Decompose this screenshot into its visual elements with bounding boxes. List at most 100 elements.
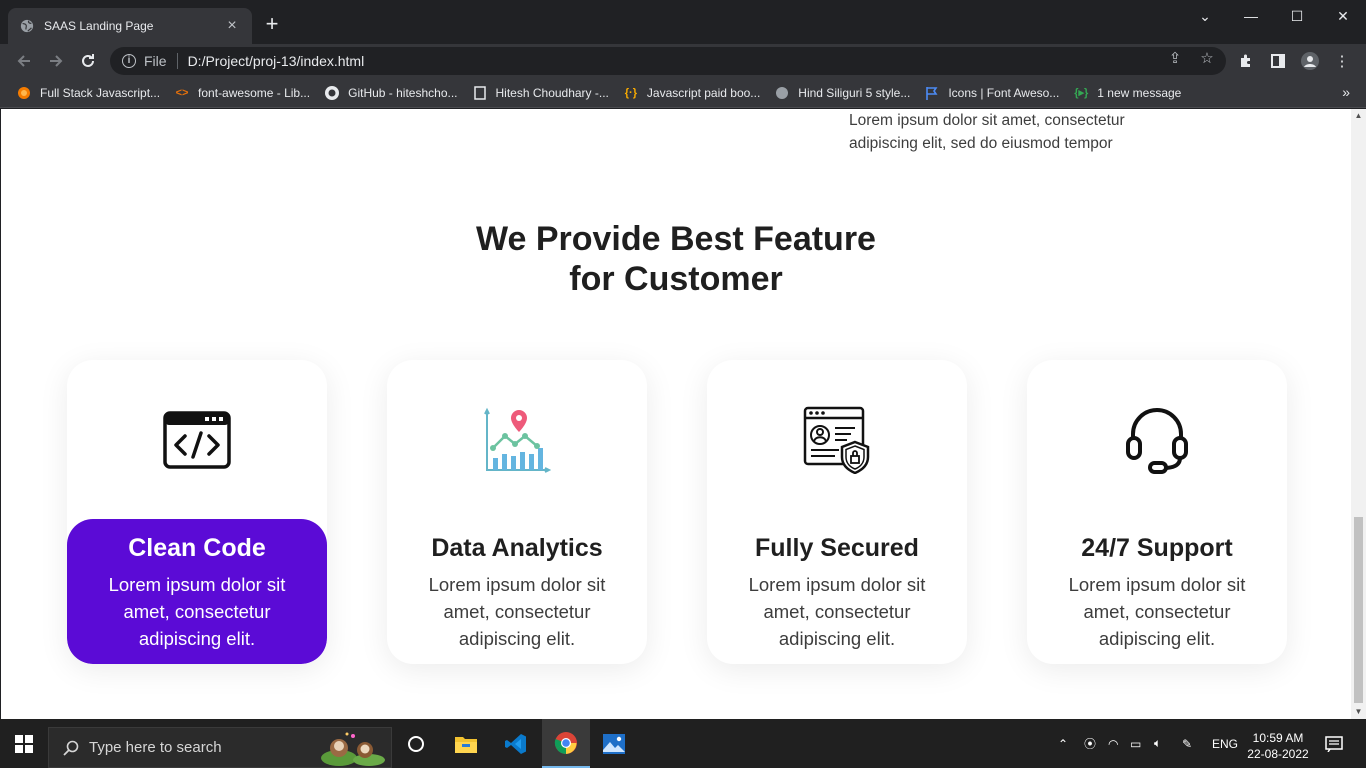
flag-icon: [924, 85, 940, 101]
github-icon: [324, 85, 340, 101]
bookmark-item[interactable]: {▸} 1 new message: [1073, 85, 1181, 101]
feature-card-text: Lorem ipsum dolor sit amet, consectetur …: [108, 574, 286, 649]
task-view-circle-icon: [408, 735, 424, 752]
start-button[interactable]: [0, 719, 48, 768]
search-icon: [63, 740, 79, 756]
code-brackets-icon: <>: [175, 86, 189, 99]
tab-title: SAAS Landing Page: [44, 19, 154, 33]
site-info-icon[interactable]: i: [122, 54, 136, 68]
feature-card-text: Lorem ipsum dolor sit amet, consectetur …: [428, 574, 606, 649]
address-bar[interactable]: i File D:/Project/proj-13/index.html: [110, 47, 1226, 75]
system-clock[interactable]: 10:59 AM 22-08-2022: [1238, 730, 1318, 762]
chrome-icon: [554, 731, 577, 754]
wifi-icon[interactable]: ◠: [1108, 719, 1118, 768]
feature-card-body: Data Analytics Lorem ipsum dolor sit ame…: [387, 519, 647, 664]
url-separator: [176, 53, 178, 69]
analytics-chart-icon: [387, 404, 647, 476]
page-viewport: Lorem ipsum dolor sit amet, consectetur …: [0, 109, 1366, 719]
bookmarks-overflow-icon[interactable]: »: [1342, 84, 1350, 100]
bookmark-label: font-awesome - Lib...: [198, 85, 311, 100]
chrome-button[interactable]: [542, 719, 590, 768]
browser-tab[interactable]: SAAS Landing Page ×: [8, 8, 252, 44]
scrollbar-thumb[interactable]: [1354, 517, 1363, 703]
taskbar-search-placeholder: Type here to search: [89, 739, 222, 756]
windows-logo-icon: [15, 734, 33, 753]
feature-card-text: Lorem ipsum dolor sit amet, consectetur …: [1068, 574, 1246, 649]
volume-icon[interactable]: 🔈︎: [1154, 719, 1161, 768]
tab-strip: SAAS Landing Page × + ⌄ — ☐ ✕: [0, 0, 1366, 44]
language-indicator[interactable]: ENG: [1212, 719, 1238, 768]
tab-search-chevron-icon[interactable]: ⌄: [1182, 0, 1228, 32]
feature-card-data-analytics[interactable]: Data Analytics Lorem ipsum dolor sit ame…: [387, 360, 647, 664]
code-window-icon: [67, 404, 327, 476]
close-window-button[interactable]: ✕: [1320, 0, 1366, 32]
feature-card-body: Fully Secured Lorem ipsum dolor sit amet…: [707, 519, 967, 664]
page-scrollbar[interactable]: ▲ ▼: [1351, 109, 1366, 719]
reload-icon: [82, 54, 94, 67]
folder-icon: [455, 736, 477, 753]
bookmark-item[interactable]: Full Stack Javascript...: [16, 85, 160, 101]
feature-card-title: Fully Secured: [755, 534, 919, 562]
bookmark-label: Icons | Font Aweso...: [948, 85, 1060, 100]
bookmark-item[interactable]: Icons | Font Aweso...: [924, 85, 1059, 101]
feature-card-fully-secured[interactable]: Fully Secured Lorem ipsum dolor sit amet…: [707, 360, 967, 664]
scroll-up-arrow-icon[interactable]: ▲: [1351, 109, 1366, 123]
feature-card-support[interactable]: 24/7 Support Lorem ipsum dolor sit amet,…: [1027, 360, 1287, 664]
bookmark-label: Javascript paid boo...: [646, 85, 761, 100]
headset-icon: [1027, 404, 1287, 476]
bookmark-item[interactable]: Hitesh Choudhary -...: [472, 85, 609, 101]
braces-icon: {·}: [624, 86, 637, 99]
meet-now-icon[interactable]: ⦿: [1084, 719, 1096, 768]
about-paragraph: Lorem ipsum dolor sit amet, consectetur …: [849, 112, 1125, 152]
show-hidden-icons-chevron-icon[interactable]: ⌃: [1058, 719, 1068, 768]
minimize-button[interactable]: —: [1228, 0, 1274, 32]
notifications-icon[interactable]: [1325, 719, 1343, 768]
new-tab-button[interactable]: +: [262, 13, 282, 35]
search-highlight-illustration: [317, 730, 387, 766]
features-heading-line2: for Customer: [569, 260, 783, 298]
bookmark-item[interactable]: Hind Siliguri 5 style...: [774, 85, 910, 101]
feature-card-clean-code[interactable]: Clean Code Lorem ipsum dolor sit amet, c…: [67, 360, 327, 664]
pen-workspace-icon[interactable]: ✎: [1182, 719, 1192, 768]
battery-icon[interactable]: ▭: [1130, 719, 1141, 768]
menu-kebab-icon[interactable]: ⋮: [1330, 49, 1354, 73]
taskbar-search[interactable]: Type here to search: [48, 727, 392, 768]
feature-card-title: Data Analytics: [431, 534, 603, 562]
arrow-right-icon: [50, 55, 63, 67]
globe-icon: [774, 85, 790, 101]
bookmark-item[interactable]: {·} Javascript paid boo...: [623, 85, 761, 101]
globe-icon: [20, 19, 34, 33]
clock-time: 10:59 AM: [1252, 731, 1304, 745]
message-icon: {▸}: [1074, 87, 1089, 99]
bookmark-label: Hitesh Choudhary -...: [495, 85, 609, 100]
bookmark-label: GitHub - hiteshcho...: [348, 85, 458, 100]
task-view-button[interactable]: [392, 719, 440, 768]
url-scheme: File: [144, 53, 167, 69]
profile-avatar[interactable]: [1298, 49, 1322, 73]
browser-toolbar: i File D:/Project/proj-13/index.html ⇪ ☆…: [0, 44, 1366, 78]
extensions-icon[interactable]: [1234, 49, 1258, 73]
file-explorer-button[interactable]: [442, 719, 490, 768]
maximize-button[interactable]: ☐: [1274, 0, 1320, 32]
feature-card-body: 24/7 Support Lorem ipsum dolor sit amet,…: [1027, 519, 1287, 664]
side-panel-icon[interactable]: [1266, 49, 1290, 73]
bookmark-item[interactable]: GitHub - hiteshcho...: [324, 85, 458, 101]
features-heading-line1: We Provide Best Feature: [476, 220, 876, 258]
bookmark-item[interactable]: <> font-awesome - Lib...: [174, 85, 311, 101]
reload-button[interactable]: [76, 49, 100, 73]
bookmark-star-icon[interactable]: ☆: [1198, 50, 1216, 68]
features-heading: We Provide Best Feature for Customer: [1, 219, 1351, 299]
back-button[interactable]: [12, 49, 36, 73]
feature-card-body: Clean Code Lorem ipsum dolor sit amet, c…: [67, 519, 327, 664]
photos-button[interactable]: [590, 719, 638, 768]
bookmarks-bar: Full Stack Javascript... <> font-awesome…: [0, 78, 1366, 108]
scroll-down-arrow-icon[interactable]: ▼: [1351, 705, 1366, 719]
page-icon: [472, 85, 488, 101]
forward-button[interactable]: [44, 49, 68, 73]
clock-date: 22-08-2022: [1247, 747, 1309, 761]
windows-taskbar: Type here to search ⌃ ⦿ ◠ ▭ 🔈︎ ✎ ENG 10:…: [0, 719, 1366, 768]
bookmark-label: 1 new message: [1097, 85, 1182, 100]
vscode-button[interactable]: [492, 719, 540, 768]
tab-close-icon[interactable]: ×: [224, 18, 240, 34]
share-icon[interactable]: ⇪: [1166, 50, 1184, 68]
